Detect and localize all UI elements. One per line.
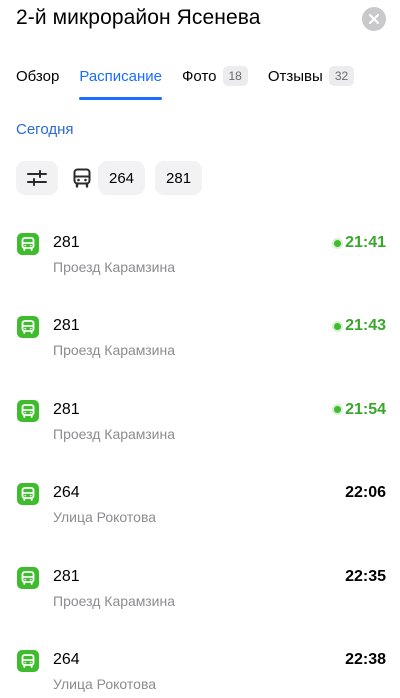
photos-count-badge: 18 [222,66,248,86]
tab-photos[interactable]: Фото 18 [182,66,248,86]
route-chip-264[interactable]: 264 [98,161,146,195]
route-number: 281 [53,234,80,251]
departure-time: 22:38 [345,651,386,669]
tab-label: Расписание [79,67,163,85]
time-value: 22:35 [345,567,386,585]
departure-time: 21:43 [334,317,386,335]
tab-label: Обзор [16,67,60,85]
route-number: 281 [53,567,80,585]
tab-label: Фото [182,67,217,85]
time-value: 21:54 [345,400,386,418]
route-chip-281[interactable]: 281 [155,161,203,195]
page-title: 2-й микрорайон Ясенева [16,6,261,29]
time-value: 22:38 [345,650,386,668]
realtime-indicator-icon [334,322,342,330]
tab-bar: Обзор Расписание Фото 18 Отзывы 32 [16,64,374,100]
route-filter-bar: 264 281 [16,161,203,195]
route-number: 264 [53,650,80,668]
departure-row[interactable]: 281 Проезд Карамзина 22:35 [0,559,400,642]
departure-row[interactable]: 264 Улица Рокотова 22:06 [0,475,400,558]
close-icon [369,14,379,24]
time-value: 21:43 [345,317,386,335]
departure-time: 21:41 [334,234,386,252]
bus-icon [17,566,39,589]
tab-reviews[interactable]: Отзывы 32 [267,66,355,86]
departure-time: 22:06 [345,484,386,502]
departure-list: 281 Проезд Карамзина 21:41 281 Проезд Ка… [0,225,400,698]
bus-filter-icon-wrap [68,161,96,195]
departure-row[interactable]: 281 Проезд Карамзина 21:41 [0,225,400,308]
departure-time: 21:54 [334,401,386,419]
departure-time: 22:35 [345,568,386,586]
route-number: 281 [53,317,80,335]
departure-row[interactable]: 281 Проезд Карамзина 21:43 [0,308,400,391]
filter-button[interactable] [16,161,58,195]
bus-icon [17,649,39,672]
realtime-indicator-icon [334,239,342,247]
route-number: 281 [53,400,80,418]
bus-icon [17,399,39,422]
destination-stop: Проезд Карамзина [53,342,176,359]
tab-overview[interactable]: Обзор [16,68,59,85]
departure-row[interactable]: 264 Улица Рокотова 22:38 [0,642,400,698]
destination-stop: Проезд Карамзина [53,259,176,275]
destination-stop: Проезд Карамзина [53,425,176,442]
filter-sliders-icon [27,170,47,186]
bus-icon [17,483,39,506]
tab-schedule[interactable]: Расписание [79,67,163,100]
departure-row[interactable]: 281 Проезд Карамзина 21:54 [0,392,400,475]
tab-label: Отзывы [267,67,323,85]
destination-stop: Улица Рокотова [53,509,157,526]
time-value: 21:41 [345,234,386,251]
destination-stop: Улица Рокотова [53,675,157,692]
route-number: 264 [53,484,80,502]
date-selector[interactable]: Сегодня [16,121,74,138]
bus-icon [73,168,91,188]
reviews-count-badge: 32 [328,66,355,86]
bus-icon [17,316,39,339]
destination-stop: Проезд Карамзина [53,592,176,609]
bus-icon [17,233,39,255]
close-button[interactable] [362,7,386,31]
realtime-indicator-icon [334,406,342,414]
time-value: 22:06 [345,484,386,502]
